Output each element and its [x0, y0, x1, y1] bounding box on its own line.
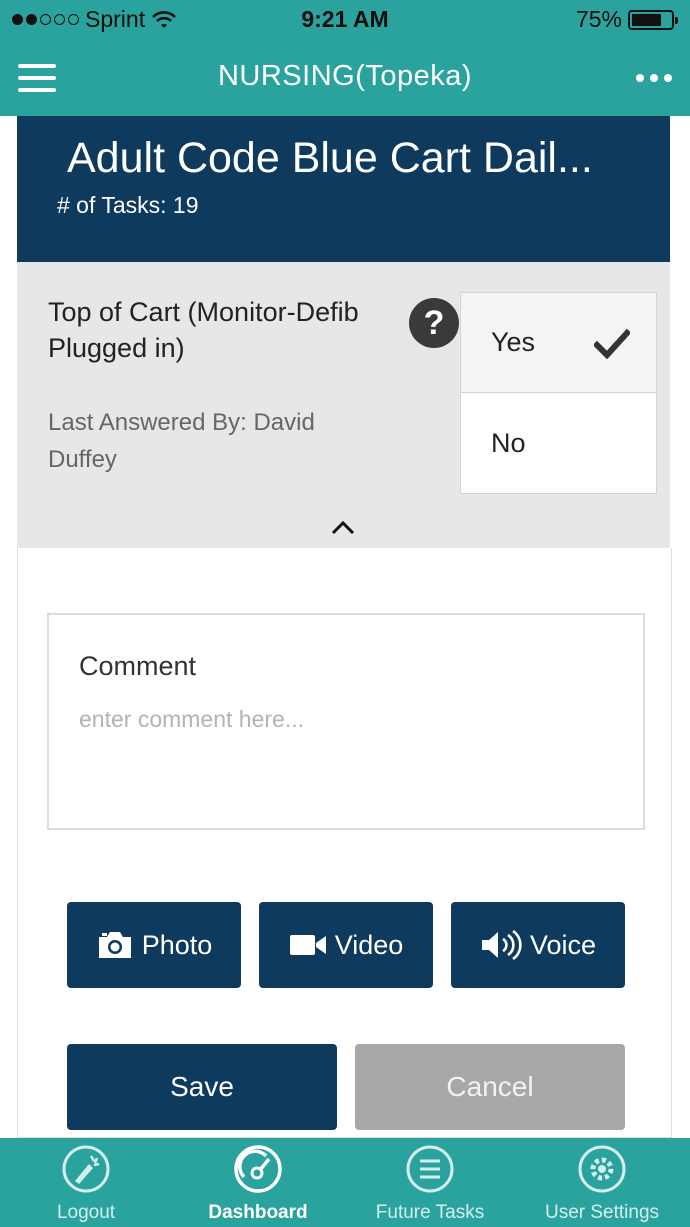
tab-logout-label: Logout: [56, 1202, 116, 1223]
tab-future-tasks[interactable]: Future Tasks: [344, 1138, 516, 1227]
app-header: NURSING(Topeka): [0, 38, 690, 116]
speaker-volume-icon: [481, 930, 522, 960]
status-bar: Sprint 9:21 AM 75%: [0, 0, 690, 38]
cancel-button[interactable]: Cancel: [355, 1044, 625, 1130]
question-panel: Top of Cart (Monitor-Defib Plugged in) ?…: [17, 262, 670, 548]
photo-label: Photo: [141, 929, 213, 960]
photo-button[interactable]: Photo: [67, 902, 241, 988]
tab-dashboard[interactable]: Dashboard: [172, 1138, 344, 1227]
future-tasks-list-icon: [406, 1145, 454, 1193]
task-count: # of Tasks: 19: [57, 192, 199, 218]
comment-box: Comment: [47, 613, 645, 830]
task-title: Adult Code Blue Cart Dail...: [67, 134, 593, 182]
video-label: Video: [334, 929, 404, 960]
help-question-icon[interactable]: ?: [409, 298, 459, 348]
last-answered-by: Last Answered By: David Duffey: [48, 409, 315, 473]
comment-input[interactable]: [79, 699, 609, 739]
battery-icon: [628, 9, 678, 30]
tab-dashboard-label: Dashboard: [208, 1202, 308, 1223]
option-no[interactable]: No: [461, 393, 656, 493]
media-buttons: Photo Video Voice: [67, 902, 627, 990]
save-button[interactable]: Save: [67, 1044, 337, 1130]
voice-button[interactable]: Voice: [451, 902, 625, 988]
option-yes[interactable]: Yes: [461, 293, 656, 393]
video-camera-icon: [289, 935, 326, 955]
dashboard-gauge-icon: [234, 1145, 282, 1193]
battery-percent: 75%: [575, 6, 622, 32]
video-button[interactable]: Video: [259, 902, 433, 988]
chevron-up-icon[interactable]: [330, 520, 356, 536]
app-title: NURSING(Topeka): [217, 60, 473, 92]
battery-area: 75%: [575, 6, 678, 33]
tab-user-settings-label: User Settings: [544, 1202, 660, 1223]
tab-user-settings[interactable]: User Settings: [516, 1138, 688, 1227]
answer-options: Yes No: [460, 292, 657, 494]
logout-icon: [62, 1145, 110, 1193]
option-yes-label: Yes: [491, 327, 536, 357]
app-screen: Sprint 9:21 AM 75% NURSING(Topeka) Adult…: [0, 0, 690, 1227]
camera-icon: [98, 932, 131, 958]
bottom-tab-bar: Logout Dashboard Future Tasks User Setti…: [0, 1138, 690, 1227]
comment-label: Comment: [79, 651, 197, 681]
settings-gear-icon: [578, 1145, 626, 1193]
tab-future-tasks-label: Future Tasks: [375, 1202, 485, 1223]
more-options-icon[interactable]: [636, 74, 672, 82]
task-header: Adult Code Blue Cart Dail... # of Tasks:…: [17, 116, 670, 262]
checkmark-icon: [594, 329, 630, 359]
voice-label: Voice: [529, 929, 597, 960]
option-no-label: No: [491, 427, 526, 458]
tab-logout[interactable]: Logout: [0, 1138, 172, 1227]
question-text: Top of Cart (Monitor-Defib Plugged in): [48, 297, 359, 363]
response-area: Comment Photo Video: [17, 548, 672, 1138]
